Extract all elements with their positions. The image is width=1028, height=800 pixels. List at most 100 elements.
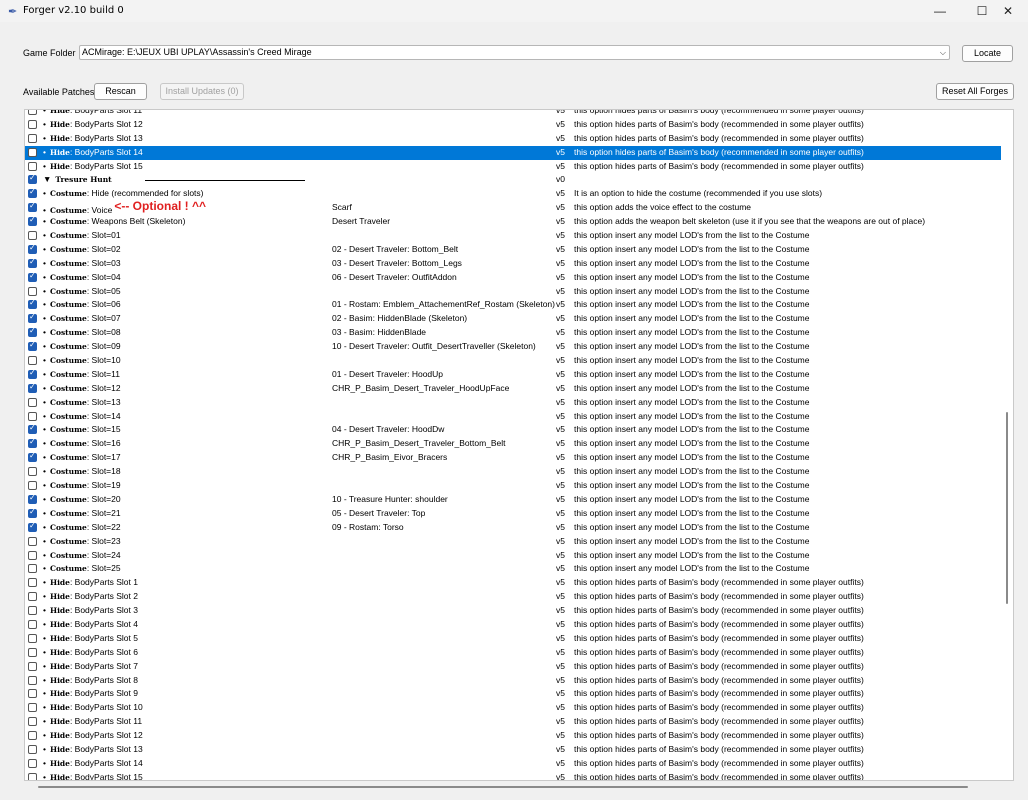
patch-row[interactable]: •Costume: Weapons Belt (Skeleton) Desert … xyxy=(25,215,1001,229)
patch-row[interactable]: •Costume: Slot=06 01 - Rostam: Emblem_Att… xyxy=(25,298,1001,312)
patch-row[interactable]: • Hide: BodyParts Slot 14 v5 this option hi… xyxy=(25,757,1001,771)
patch-checkbox[interactable] xyxy=(28,703,37,713)
patch-row[interactable]: •Costume: Slot=21 05 - Desert Traveler: T… xyxy=(25,507,1001,521)
patch-row[interactable]: •Costume: Slot=12 CHR_P_Basim_Desert_Trav… xyxy=(25,382,1001,396)
patch-checkbox[interactable] xyxy=(28,536,37,546)
patch-row[interactable]: • Hide: BodyParts Slot 12 v5 this option hi… xyxy=(25,729,1001,743)
group-row[interactable]: ▼Tresure Hunt v0 xyxy=(25,173,1001,187)
patch-row[interactable]: • Costume: Slot=23 v5 this option insert an… xyxy=(25,535,1001,549)
patch-row[interactable]: • Hide: BodyParts Slot 11 v5 this option hi… xyxy=(25,110,1001,118)
patch-checkbox[interactable] xyxy=(28,286,37,296)
patch-row[interactable]: • Hide: BodyParts Slot 15 v5 this option hi… xyxy=(25,771,1001,780)
patch-checkbox[interactable] xyxy=(28,423,37,435)
vertical-scrollbar[interactable] xyxy=(1003,110,1013,780)
patch-row[interactable]: •Costume: Slot=22 09 - Rostam: Torso v5 thi… xyxy=(25,521,1001,535)
locate-button[interactable]: Locate xyxy=(962,45,1013,62)
patch-row[interactable]: • Hide: BodyParts Slot 15 v5 this option hi… xyxy=(25,160,1001,174)
patch-checkbox[interactable] xyxy=(28,647,37,657)
patch-checkbox[interactable] xyxy=(28,201,37,213)
patch-row[interactable]: • Costume: Slot=14 v5 this option insert an… xyxy=(25,410,1001,424)
patch-checkbox[interactable] xyxy=(28,578,37,588)
patch-checkbox[interactable] xyxy=(28,312,37,324)
patch-row[interactable]: • Hide: BodyParts Slot 4 v5 this option hid… xyxy=(25,618,1001,632)
patch-row[interactable]: • Hide: BodyParts Slot 10 v5 this option hi… xyxy=(25,701,1001,715)
patch-row[interactable]: • Hide: BodyParts Slot 14 v5 this option hi… xyxy=(25,145,1001,160)
patch-row[interactable]: • Costume: Slot=24 v5 this option insert an… xyxy=(25,549,1001,563)
patch-row[interactable]: • Hide: BodyParts Slot 13 v5 this option hi… xyxy=(25,132,1001,146)
patch-row[interactable]: •Costume: Slot=03 03 - Desert Traveler: B… xyxy=(25,257,1001,271)
reset-all-forges-button[interactable]: Reset All Forges xyxy=(936,83,1014,100)
patch-row[interactable]: • Hide: BodyParts Slot 5 v5 this option hid… xyxy=(25,632,1001,646)
patch-row[interactable]: • Hide: BodyParts Slot 3 v5 this option hid… xyxy=(25,604,1001,618)
patch-checkbox[interactable] xyxy=(28,326,37,338)
patch-list[interactable]: • Hide: BodyParts Slot 11 v5 this option hi… xyxy=(24,109,1014,781)
patch-row[interactable]: •Costume: Slot=15 04 - Desert Traveler: H… xyxy=(25,423,1001,437)
patch-row[interactable]: • Costume: Slot=05 v5 this option insert an… xyxy=(25,285,1001,299)
patch-checkbox[interactable] xyxy=(28,271,37,282)
patch-row[interactable]: •Costume: Slot=04 06 - Desert Traveler: O… xyxy=(25,271,1001,285)
patch-checkbox[interactable] xyxy=(28,507,37,518)
horizontal-scrollbar[interactable] xyxy=(38,786,968,788)
patch-checkbox[interactable] xyxy=(28,481,37,491)
patch-checkbox[interactable] xyxy=(28,147,37,157)
close-button[interactable]: ✕ xyxy=(988,0,1028,22)
patch-checkbox[interactable] xyxy=(28,161,37,171)
patch-checkbox[interactable] xyxy=(28,411,37,421)
patch-row[interactable]: • Hide: BodyParts Slot 6 v5 this option hid… xyxy=(25,646,1001,660)
patch-checkbox[interactable] xyxy=(28,731,37,741)
patch-checkbox[interactable] xyxy=(28,564,37,574)
patch-checkbox[interactable] xyxy=(28,397,37,407)
patch-row[interactable]: • Hide: BodyParts Slot 1 v5 this option hid… xyxy=(25,576,1001,590)
patch-row[interactable]: •Costume: Voice<-- Optional ! ^^ Scarf v5 t… xyxy=(25,199,1001,215)
patch-row[interactable]: • Costume: Slot=18 v5 this option insert an… xyxy=(25,465,1001,479)
patch-row[interactable]: • Hide: BodyParts Slot 12 v5 this option hi… xyxy=(25,118,1001,132)
patch-row[interactable]: • Hide: BodyParts Slot 13 v5 this option hi… xyxy=(25,743,1001,757)
patch-row[interactable]: • Costume: Slot=19 v5 this option insert an… xyxy=(25,479,1001,493)
game-folder-select[interactable]: ACMirage: E:\JEUX UBI UPLAY\Assassin's C… xyxy=(79,45,950,60)
patch-row[interactable]: • Hide: BodyParts Slot 7 v5 this option hid… xyxy=(25,660,1001,674)
patch-checkbox[interactable] xyxy=(28,119,37,129)
patch-checkbox[interactable] xyxy=(28,550,37,560)
patch-checkbox[interactable] xyxy=(28,758,37,768)
patch-checkbox[interactable] xyxy=(28,382,37,393)
patch-row[interactable]: •Costume: Slot=11 01 - Desert Traveler: H… xyxy=(25,368,1001,382)
patch-row[interactable]: • Costume: Slot=25 v5 this option insert an… xyxy=(25,562,1001,576)
patch-row[interactable]: • Costume: Slot=13 v5 this option insert an… xyxy=(25,396,1001,410)
patch-row[interactable]: •Costume: Slot=20 10 - Treasure Hunter: s… xyxy=(25,493,1001,507)
patch-row[interactable]: •Costume: Slot=07 02 - Basim: HiddenBlade… xyxy=(25,312,1001,326)
patch-row[interactable]: •Costume: Slot=16 CHR_P_Basim_Desert_Trav… xyxy=(25,437,1001,451)
patch-checkbox[interactable] xyxy=(28,675,37,685)
patch-checkbox[interactable] xyxy=(28,744,37,754)
patch-row[interactable]: • Hide: BodyParts Slot 2 v5 this option hid… xyxy=(25,590,1001,604)
patch-checkbox[interactable] xyxy=(28,592,37,602)
patch-checkbox[interactable] xyxy=(28,467,37,477)
patch-row[interactable]: • Costume: Slot=10 v5 this option insert an… xyxy=(25,354,1001,368)
patch-checkbox[interactable] xyxy=(28,451,37,463)
patch-checkbox[interactable] xyxy=(28,493,37,504)
patch-row[interactable]: • Hide: BodyParts Slot 9 v5 this option hid… xyxy=(25,687,1001,701)
patch-checkbox[interactable] xyxy=(28,619,37,629)
patch-checkbox[interactable] xyxy=(28,689,37,699)
patch-checkbox[interactable] xyxy=(28,356,37,366)
patch-checkbox[interactable] xyxy=(28,606,37,616)
minimize-button[interactable]: — xyxy=(920,0,960,22)
patch-checkbox[interactable] xyxy=(28,231,37,241)
patch-checkbox[interactable] xyxy=(28,661,37,671)
patch-row[interactable]: •Costume: Slot=02 02 - Desert Traveler: B… xyxy=(25,243,1001,257)
patch-checkbox[interactable] xyxy=(28,717,37,727)
patch-row[interactable]: •Costume: Slot=09 10 - Desert Traveler: O… xyxy=(25,340,1001,354)
patch-checkbox[interactable] xyxy=(28,368,37,379)
patch-checkbox[interactable] xyxy=(28,173,37,185)
patch-row[interactable]: • Hide: BodyParts Slot 8 v5 this option hid… xyxy=(25,674,1001,688)
patch-row[interactable]: • Hide: BodyParts Slot 11 v5 this option hi… xyxy=(25,715,1001,729)
patch-checkbox[interactable] xyxy=(28,633,37,643)
patch-checkbox[interactable] xyxy=(28,298,37,310)
patch-checkbox[interactable] xyxy=(28,215,37,227)
install-updates-button[interactable]: Install Updates (0) xyxy=(160,83,244,100)
patch-row[interactable]: •Costume: Slot=17 CHR_P_Basim_Eivor_Brace… xyxy=(25,451,1001,465)
patch-checkbox[interactable] xyxy=(28,187,37,199)
patch-checkbox[interactable] xyxy=(28,772,37,780)
rescan-button[interactable]: Rescan xyxy=(94,83,147,100)
patch-checkbox[interactable] xyxy=(28,437,37,449)
patch-checkbox[interactable] xyxy=(28,243,37,254)
